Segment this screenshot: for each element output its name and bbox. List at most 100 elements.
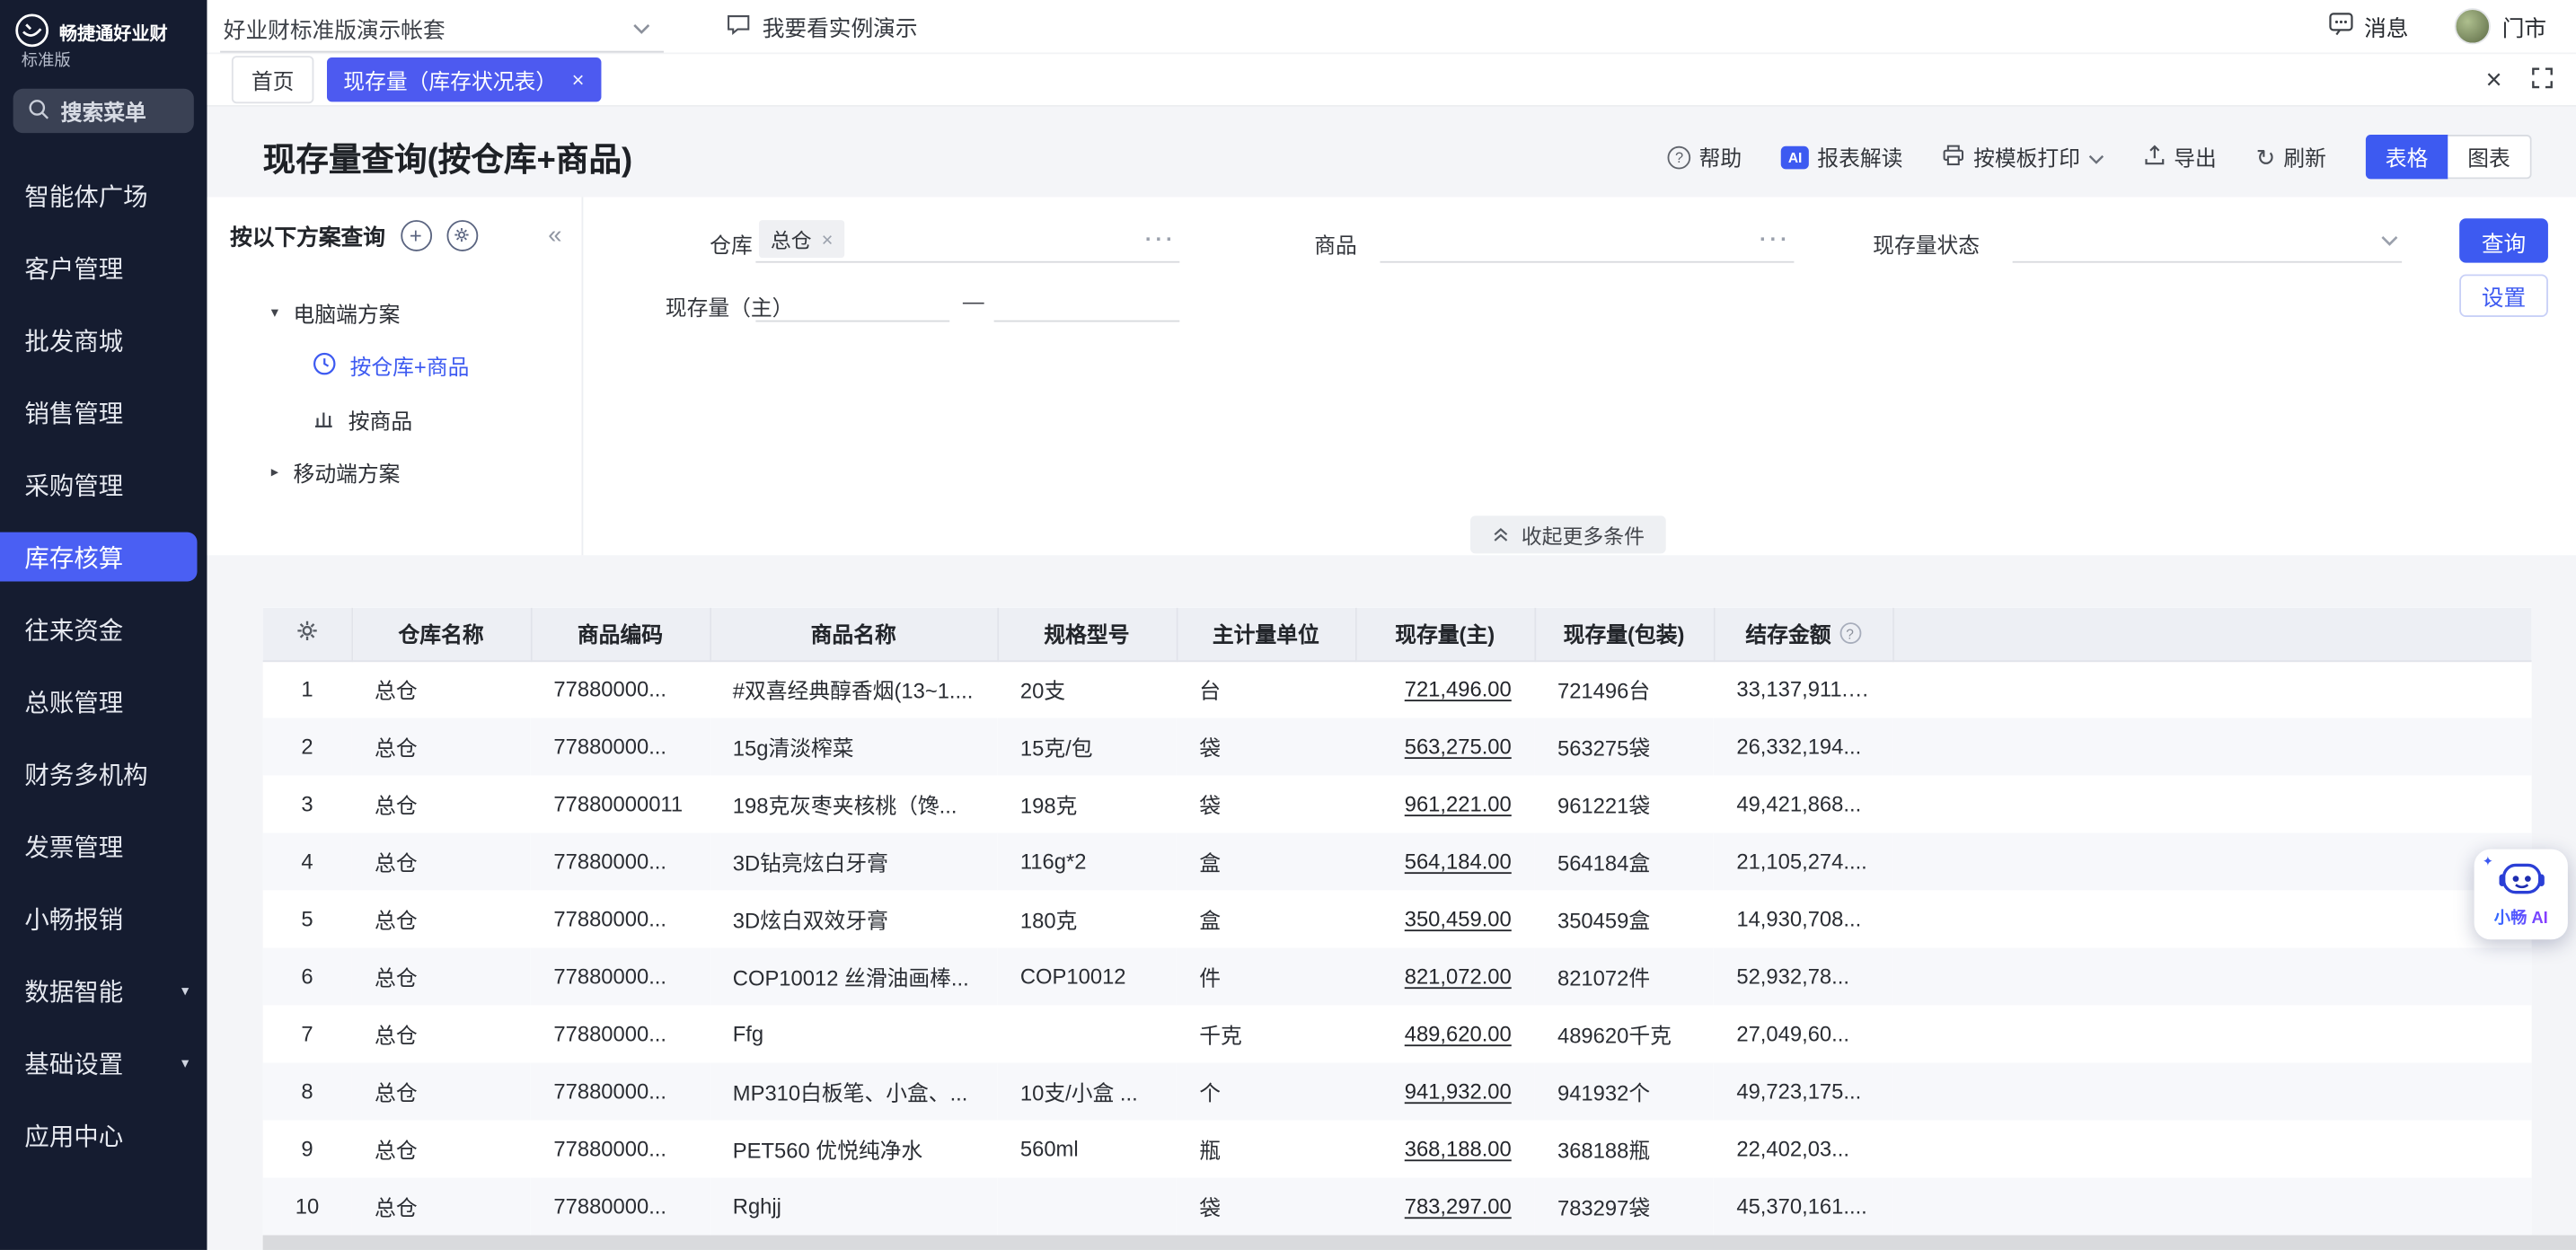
product-field[interactable]: ···: [1380, 216, 1794, 262]
sidebar-item-12[interactable]: 数据智能▾: [0, 966, 207, 1016]
qty-main-link[interactable]: 721,496.00: [1405, 677, 1512, 701]
qty-main-link[interactable]: 961,221.00: [1405, 792, 1512, 816]
refresh-button[interactable]: ↻ 刷新: [2256, 141, 2326, 172]
account-select-value: 好业财标准版演示帐套: [224, 11, 446, 44]
settings-button[interactable]: 设置: [2459, 274, 2548, 317]
sidebar-item-3[interactable]: 批发商城: [0, 315, 207, 365]
tab-inventory-report[interactable]: 现存量（库存状况表） ×: [327, 57, 601, 101]
sidebar-item-4[interactable]: 销售管理: [0, 388, 207, 437]
scheme-panel-header: 按以下方案查询 + «: [207, 197, 581, 251]
more-options-icon[interactable]: ···: [1145, 226, 1179, 251]
cell-unit: 盒: [1177, 890, 1355, 947]
chevron-down-icon[interactable]: [2088, 145, 2104, 169]
qty-main-link[interactable]: 564,184.00: [1405, 849, 1512, 874]
table-row[interactable]: 10 总仓 77880000... Rghjj 袋 783,297.00 783…: [263, 1177, 2532, 1235]
sidebar-item-label: 财务多机构: [24, 756, 147, 790]
demo-link[interactable]: 我要看实例演示: [726, 10, 917, 43]
sidebar-item-11[interactable]: 小畅报销: [0, 893, 207, 943]
more-options-icon[interactable]: ···: [1760, 226, 1794, 251]
table-row[interactable]: 4 总仓 77880000... 3D钻亮炫白牙膏 116g*2 盒 564,1…: [263, 832, 2532, 890]
menu-search[interactable]: 搜索菜单: [13, 89, 194, 133]
sidebar-item-9[interactable]: 财务多机构: [0, 749, 207, 798]
qty-main-link[interactable]: 368,188.00: [1405, 1137, 1512, 1161]
table-row[interactable]: 6 总仓 77880000... COP10012 丝滑油画棒... COP10…: [263, 947, 2532, 1005]
cell-code: 77880000...: [531, 660, 710, 717]
double-chevron-up-icon: [1492, 524, 1510, 547]
sidebar-item-10[interactable]: 发票管理: [0, 822, 207, 871]
qty-main-link[interactable]: 783,297.00: [1405, 1194, 1512, 1219]
ai-icon: AI: [1781, 145, 1809, 169]
qty-main-link[interactable]: 350,459.00: [1405, 907, 1512, 931]
qty-main-link[interactable]: 821,072.00: [1405, 964, 1512, 989]
stock-status-select[interactable]: [2013, 216, 2402, 262]
cell-qty-main: 563,275.00: [1355, 717, 1534, 775]
add-scheme-button[interactable]: +: [400, 219, 431, 251]
chevron-down-icon: [2380, 226, 2402, 251]
cell-name: 15g清淡榨菜: [710, 717, 997, 775]
qty-main-link[interactable]: 563,275.00: [1405, 735, 1512, 759]
cell-warehouse: 总仓: [351, 775, 530, 832]
sidebar-item-7[interactable]: 往来资金: [0, 604, 207, 654]
cell-code: 77880000011: [531, 775, 710, 832]
tab-home[interactable]: 首页: [232, 56, 313, 103]
sidebar-item-8[interactable]: 总账管理: [0, 677, 207, 726]
table-row[interactable]: 7 总仓 77880000... Ffg 千克 489,620.00 48962…: [263, 1005, 2532, 1062]
scheme-by-warehouse-product[interactable]: 按仓库+商品: [271, 339, 582, 392]
table-row[interactable]: 2 总仓 77880000... 15g清淡榨菜 15克/包 袋 563,275…: [263, 717, 2532, 775]
qty-min-input[interactable]: [755, 277, 949, 321]
cell-qty-package: 564184盒: [1534, 832, 1713, 890]
view-chart-button[interactable]: 图表: [2448, 135, 2531, 179]
sidebar-item-6[interactable]: 库存核算: [0, 533, 197, 582]
table-row[interactable]: 1 总仓 77880000... #双喜经典醇香烟(13~1.... 20支 台…: [263, 660, 2532, 717]
print-template-button[interactable]: 按模板打印: [1942, 141, 2104, 172]
export-button[interactable]: 导出: [2144, 141, 2217, 172]
sidebar-item-13[interactable]: 基础设置▾: [0, 1038, 207, 1087]
sidebar-item-14[interactable]: 应用中心: [0, 1110, 207, 1159]
row-index: 7: [263, 1005, 352, 1062]
robot-icon: [2496, 860, 2545, 902]
cell-spec: 10支/小盒 ...: [997, 1062, 1176, 1120]
fullscreen-icon[interactable]: [2532, 66, 2554, 92]
ai-report-button[interactable]: AI 报表解读: [1781, 141, 1902, 172]
cell-qty-package: 941932个: [1534, 1062, 1713, 1120]
table-row[interactable]: 9 总仓 77880000... PET560 优悦纯净水 560ml 瓶 36…: [263, 1120, 2532, 1177]
sidebar-item-label: 应用中心: [24, 1118, 123, 1152]
tree-group-mobile[interactable]: ▸ 移动端方案: [271, 447, 582, 498]
warehouse-tag-label: 总仓: [771, 224, 812, 255]
table-row[interactable]: 3 总仓 77880000011 198克灰枣夹核桃（馋... 198克 袋 9…: [263, 775, 2532, 832]
collapse-panel-icon[interactable]: «: [548, 223, 561, 247]
messages-button[interactable]: 消息: [2328, 10, 2409, 43]
sidebar-item-label: 销售管理: [24, 395, 123, 429]
horizontal-scrollbar[interactable]: [263, 1235, 2576, 1249]
row-index: 5: [263, 890, 352, 947]
close-icon[interactable]: ×: [572, 67, 585, 92]
scheme-by-product[interactable]: 按商品: [271, 392, 582, 446]
sidebar-item-1[interactable]: 智能体广场: [0, 171, 207, 220]
cell-name: PET560 优悦纯净水: [710, 1120, 997, 1177]
tree-group-pc[interactable]: ▾ 电脑端方案: [271, 287, 582, 339]
account-select[interactable]: 好业财标准版演示帐套: [220, 4, 664, 53]
column-settings-button[interactable]: [263, 608, 352, 661]
view-table-button[interactable]: 表格: [2366, 135, 2448, 179]
qty-max-input[interactable]: [994, 277, 1180, 321]
ai-assistant-widget[interactable]: ✦ 小畅 AI: [2475, 849, 2568, 940]
sidebar-item-5[interactable]: 采购管理: [0, 460, 207, 509]
cell-qty-package: 563275袋: [1534, 717, 1713, 775]
qty-main-link[interactable]: 941,932.00: [1405, 1079, 1512, 1104]
qty-main-link[interactable]: 489,620.00: [1405, 1022, 1512, 1046]
sidebar-item-2[interactable]: 客户管理: [0, 243, 207, 293]
warehouse-field[interactable]: 总仓 × ···: [755, 216, 1179, 262]
remove-tag-icon[interactable]: ×: [822, 227, 834, 251]
query-button[interactable]: 查询: [2459, 218, 2548, 262]
store-name[interactable]: 门市: [2502, 10, 2546, 43]
collapse-more-conditions[interactable]: 收起更多条件: [1470, 515, 1666, 553]
scheme-settings-button[interactable]: [446, 219, 478, 251]
table-row[interactable]: 5 总仓 77880000... 3D炫白双效牙膏 180克 盒 350,459…: [263, 890, 2532, 947]
table-row[interactable]: 8 总仓 77880000... MP310白板笔、小盒、... 10支/小盒 …: [263, 1062, 2532, 1120]
cell-unit: 袋: [1177, 775, 1355, 832]
avatar[interactable]: [2455, 8, 2491, 44]
close-all-icon[interactable]: ×: [2486, 66, 2502, 93]
help-icon: ?: [1668, 145, 1691, 169]
info-icon[interactable]: ?: [1839, 623, 1861, 645]
help-button[interactable]: ? 帮助: [1668, 141, 1742, 172]
